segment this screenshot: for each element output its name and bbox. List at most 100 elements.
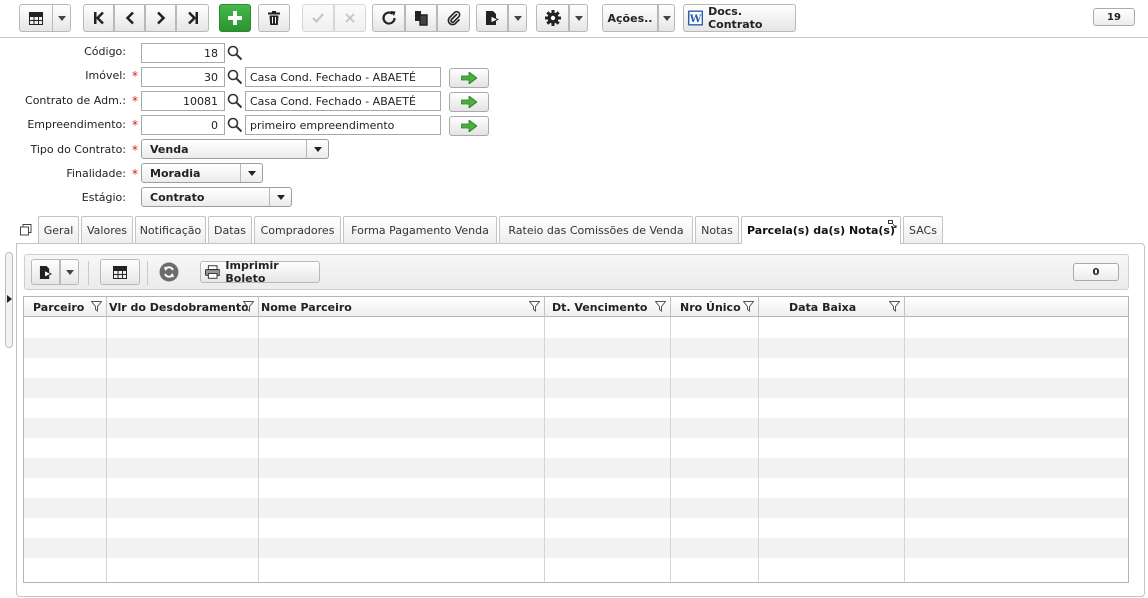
grid-icon: [113, 265, 127, 279]
export-icon: [486, 11, 499, 25]
delete-record-button[interactable]: [258, 4, 290, 32]
cancel-button[interactable]: [334, 4, 366, 32]
first-record-button[interactable]: [83, 4, 114, 32]
sync-icon[interactable]: [159, 262, 179, 282]
trash-icon: [268, 11, 280, 25]
refresh-button[interactable]: [372, 4, 405, 32]
column-divider: [106, 317, 107, 582]
chevron-down-icon: [269, 188, 291, 206]
imovel-field[interactable]: 30: [141, 67, 225, 87]
toolbar-separator: [147, 261, 148, 285]
finalidade-select[interactable]: Moradia: [141, 163, 263, 183]
tab-notas[interactable]: Notas: [695, 216, 739, 243]
imovel-description: Casa Cond. Fechado - ABAETÉ: [245, 67, 441, 87]
tab-notificacao[interactable]: Notificação: [135, 216, 206, 243]
check-icon: [312, 13, 324, 23]
tab-parcelas-notas[interactable]: Parcela(s) da(s) Nota(s): [741, 216, 901, 244]
docs-contract-button[interactable]: W Docs. Contrato: [683, 4, 796, 32]
required-marker: *: [132, 143, 138, 157]
detail-export-dropdown[interactable]: [60, 259, 79, 285]
gear-icon: [544, 10, 561, 26]
grid-header: Parceiro Vlr do Desdobramento Nome Parce…: [24, 297, 1128, 317]
grid-view-button[interactable]: [19, 4, 53, 32]
plus-icon: [228, 11, 242, 25]
detach-tabs-icon[interactable]: [20, 224, 32, 236]
detail-export-button[interactable]: [31, 259, 60, 285]
word-icon: W: [688, 10, 704, 26]
save-button[interactable]: [302, 4, 334, 32]
column-header-nro-unico[interactable]: Nro Único: [671, 297, 759, 317]
column-header-dt-vencimento[interactable]: Dt. Vencimento: [545, 297, 671, 317]
tipo-contrato-label: Tipo do Contrato:: [30, 143, 126, 156]
chevron-right-icon: [156, 11, 165, 25]
tab-valores[interactable]: Valores: [81, 216, 133, 243]
tab-forma-pagamento-venda[interactable]: Forma Pagamento Venda: [343, 216, 497, 243]
actions-button[interactable]: Ações..: [602, 4, 658, 32]
export-button[interactable]: [476, 4, 508, 32]
filter-icon[interactable]: [889, 301, 900, 312]
imovel-open-button[interactable]: [449, 68, 489, 88]
table-row: [24, 378, 1128, 398]
tab-compradores[interactable]: Compradores: [254, 216, 341, 243]
tab-rateio-comissoes[interactable]: Rateio das Comissões de Venda: [499, 216, 693, 243]
next-record-button[interactable]: [145, 4, 176, 32]
arrow-right-icon: [461, 96, 477, 108]
search-icon[interactable]: [227, 69, 243, 85]
settings-button[interactable]: [536, 4, 569, 32]
previous-record-button[interactable]: [114, 4, 145, 32]
estagio-label: Estágio:: [81, 191, 126, 204]
tipo-contrato-select[interactable]: Venda: [141, 139, 329, 159]
tab-datas[interactable]: Datas: [208, 216, 252, 243]
column-header-parceiro[interactable]: Parceiro: [24, 297, 107, 317]
last-record-button[interactable]: [176, 4, 209, 32]
column-header-nome-parceiro[interactable]: Nome Parceiro: [259, 297, 545, 317]
imovel-label: Imóvel:: [85, 69, 126, 82]
filter-icon[interactable]: [91, 301, 102, 312]
finalidade-label: Finalidade:: [66, 167, 126, 180]
search-icon[interactable]: [227, 117, 243, 133]
chevron-down-icon: [574, 15, 583, 21]
export-dropdown[interactable]: [508, 4, 527, 32]
estagio-select[interactable]: Contrato: [141, 187, 292, 207]
tab-geral[interactable]: Geral: [38, 216, 79, 243]
search-icon[interactable]: [227, 93, 243, 109]
print-boleto-button[interactable]: Imprimir Boleto: [200, 259, 320, 285]
table-row: [24, 518, 1128, 538]
required-marker: *: [132, 118, 138, 132]
filter-icon[interactable]: [655, 301, 666, 312]
grid-icon: [29, 11, 43, 25]
column-header-data-baixa[interactable]: Data Baixa: [759, 297, 905, 317]
grid-view-dropdown[interactable]: [52, 4, 71, 32]
export-icon: [39, 265, 52, 279]
actions-dropdown[interactable]: [658, 4, 675, 32]
side-panel-handle[interactable]: [5, 252, 13, 348]
column-divider: [758, 317, 759, 582]
record-counter: 19: [1093, 8, 1135, 26]
empreendimento-open-button[interactable]: [449, 116, 489, 136]
expand-icon[interactable]: [888, 220, 897, 228]
attach-button[interactable]: [437, 4, 470, 32]
column-divider: [258, 317, 259, 582]
codigo-field[interactable]: 18: [141, 43, 225, 63]
docs-contract-label: Docs. Contrato: [708, 5, 763, 31]
empreendimento-field[interactable]: 0: [141, 115, 225, 135]
tab-sacs[interactable]: SACs: [903, 216, 943, 243]
search-icon[interactable]: [227, 45, 243, 61]
column-header-vlr-desdobramento[interactable]: Vlr do Desdobramento: [107, 297, 259, 317]
empreendimento-description: primeiro empreendimento: [245, 115, 441, 135]
column-divider: [670, 317, 671, 582]
filter-icon[interactable]: [243, 301, 254, 312]
filter-icon[interactable]: [529, 301, 540, 312]
filter-icon[interactable]: [743, 301, 754, 312]
first-icon: [93, 11, 104, 25]
table-row: [24, 538, 1128, 558]
chevron-down-icon: [65, 269, 74, 275]
settings-dropdown[interactable]: [569, 4, 588, 32]
contrato-adm-field[interactable]: 10081: [141, 91, 225, 111]
duplicate-button[interactable]: [405, 4, 437, 32]
table-row: [24, 498, 1128, 518]
detail-grid-view-button[interactable]: [100, 259, 140, 285]
column-divider: [544, 317, 545, 582]
add-record-button[interactable]: [219, 4, 251, 32]
contrato-adm-open-button[interactable]: [449, 92, 489, 112]
